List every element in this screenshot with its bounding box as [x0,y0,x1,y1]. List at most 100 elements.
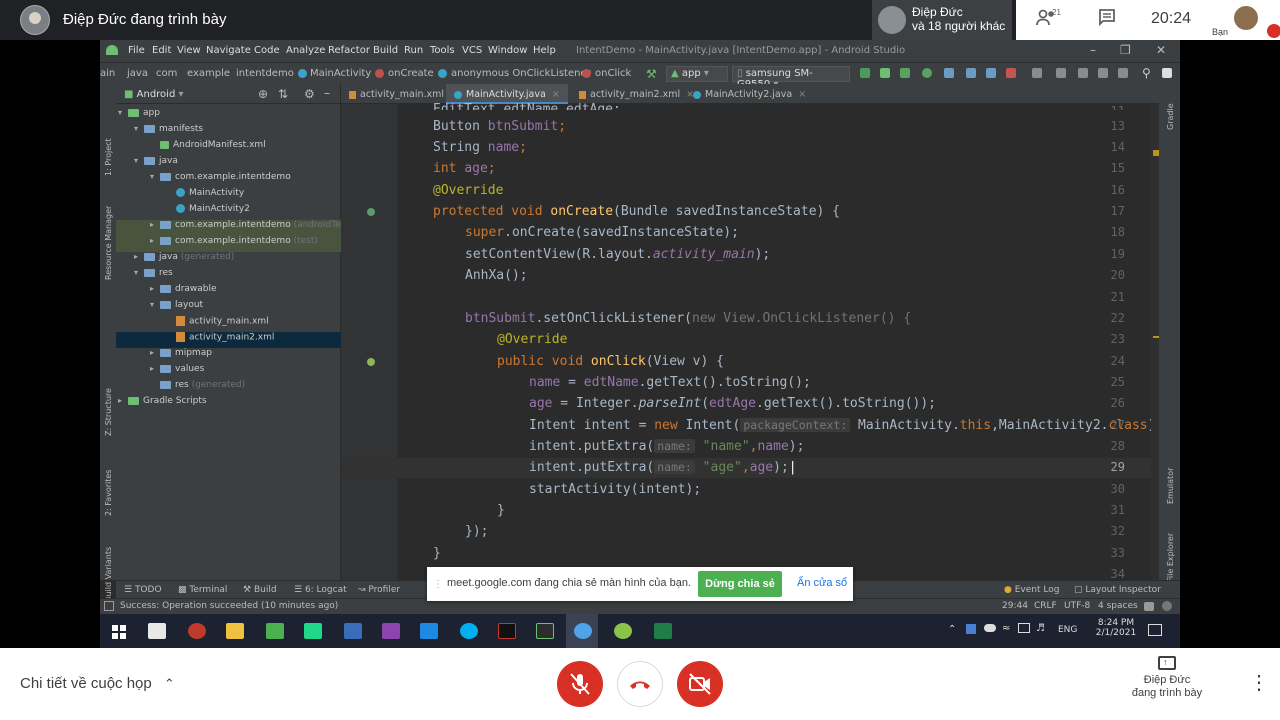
debug-icon[interactable] [922,68,932,78]
participant-tile[interactable]: Điệp Đức và 18 người khác [872,0,1012,40]
app-icon[interactable] [148,623,166,639]
run-config-select[interactable]: ▲ app ▾ [666,66,728,82]
tool-build-variants[interactable]: Build Variants [104,547,113,602]
maximize-icon[interactable]: ❐ [1120,43,1131,57]
menu-vcs[interactable]: VCS [462,45,482,56]
coverage-icon[interactable] [944,68,954,78]
leave-call-button[interactable] [617,661,663,707]
tree-item[interactable]: ▸ java (generated) [134,252,234,268]
tab-main-activity[interactable]: MainActivity.java × [446,84,568,104]
tree-item[interactable]: MainActivity [176,188,244,204]
tree-item[interactable]: ▾ com.example.intentdemo [150,172,291,188]
app-icon[interactable] [188,623,206,639]
notifications-icon[interactable] [1148,624,1162,636]
windows-start-icon[interactable] [112,624,126,639]
attach-debugger-icon[interactable] [986,68,996,78]
menu-run[interactable]: Run [404,45,423,56]
tab-main-activity2[interactable]: MainActivity2.java × [685,84,814,104]
stop-sharing-button[interactable]: Dừng chia sẻ [698,571,782,597]
onedrive-icon[interactable] [984,624,996,632]
tree-item[interactable]: ▸ drawable [150,284,217,300]
app-icon[interactable] [498,623,516,639]
tool-profiler[interactable]: ↝ Profiler [358,585,400,595]
app-icon[interactable] [266,623,284,639]
search-icon[interactable]: ⚲ [1142,66,1151,80]
project-view-select[interactable]: ■ Android ▾ [124,89,184,100]
menu-file[interactable]: File [128,45,145,56]
stop-icon[interactable] [1006,68,1016,78]
locate-icon[interactable]: ⊕ [258,87,268,101]
tool-gradle[interactable]: Gradle [1166,103,1175,130]
tree-item[interactable]: ▸ com.example.intentdemo (androidTest) [116,220,353,236]
hide-window-link[interactable]: Ẩn cửa sổ [797,577,847,589]
microphone-off-button[interactable] [557,661,603,707]
inspector-icon[interactable] [1162,601,1172,611]
nox-icon[interactable] [536,623,554,639]
drag-handle-icon[interactable]: ⋮ [433,579,443,590]
file-encoding[interactable]: UTF-8 [1064,601,1090,611]
close-icon[interactable]: × [798,89,806,100]
apply-changes-icon[interactable] [860,68,870,78]
file-explorer-icon[interactable] [226,623,244,639]
tab-activity-main2[interactable]: activity_main2.xml × [571,84,702,104]
tree-item[interactable]: ▸ Gradle Scripts [118,396,207,412]
language-indicator[interactable]: ENG [1058,625,1077,635]
tool-emulator[interactable]: Emulator [1166,468,1175,504]
meeting-details-button[interactable]: Chi tiết về cuộc họp ⌃ [20,675,175,692]
tree-item[interactable]: ▸ com.example.intentdemo (test) [116,236,341,252]
tool-layout-inspector[interactable]: ▢ Layout Inspector [1074,585,1161,595]
menu-help[interactable]: Help [533,45,556,56]
collapse-icon[interactable]: ⇅ [278,87,288,101]
rerun-icon[interactable] [880,68,890,78]
visual-studio-icon[interactable] [382,623,400,639]
close-icon[interactable]: ✕ [1156,43,1166,57]
layout-icon[interactable] [1056,68,1066,78]
status-toggle-icon[interactable] [104,601,114,611]
presenting-button[interactable]: ↑ Điệp Đức đang trình bày [1120,656,1214,700]
skype-icon[interactable] [460,623,478,639]
menu-code[interactable]: Code [254,45,280,56]
tree-item-selected[interactable]: activity_main2.xml [116,332,341,348]
self-avatar[interactable] [1234,6,1258,30]
tree-item[interactable]: activity_main.xml [176,316,269,332]
wifi-icon[interactable]: ≈ [1002,623,1010,634]
camera-off-button[interactable] [677,661,723,707]
gear-icon[interactable]: ⚙ [304,87,315,101]
code-editor[interactable]: activity_main.xml × MainActivity.java × ac… [341,84,1163,580]
line-separator[interactable]: CRLF [1034,601,1057,611]
avd-manager-icon[interactable] [1078,68,1088,78]
tree-item[interactable]: AndroidManifest.xml [160,140,266,156]
tree-item[interactable]: ▾ java [134,156,178,172]
tool-favorites[interactable]: 2: Favorites [104,470,113,516]
android-studio-icon[interactable] [614,623,632,639]
tree-item[interactable]: ▸ values [150,364,204,380]
tree-item[interactable]: ▾ app [118,108,160,124]
menu-refactor[interactable]: Refactor [328,45,370,56]
device-select[interactable]: ▯ samsung SM-G9550 ▾ [732,66,850,90]
excel-icon[interactable] [654,623,672,639]
tree-item[interactable]: ▾ manifests [134,124,203,140]
clion-icon[interactable] [304,623,322,639]
breadcrumb[interactable]: example [187,68,230,79]
tree-item[interactable]: res (generated) [150,380,245,396]
tree-item[interactable]: ▸ mipmap [150,348,212,364]
menu-view[interactable]: View [177,45,201,56]
breadcrumb[interactable]: onCreate [388,68,434,79]
sdk-manager-icon[interactable] [1098,68,1108,78]
vscode-icon[interactable] [420,623,438,639]
lock-icon[interactable] [1144,602,1154,611]
tray-chevron-icon[interactable]: ⌃ [948,624,956,635]
chat-icon[interactable] [1098,8,1116,31]
run-icon[interactable] [900,68,910,78]
breadcrumb[interactable]: MainActivity [310,68,371,79]
breadcrumb[interactable]: com [156,68,177,79]
tree-item[interactable]: ▾ layout [150,300,203,316]
tool-build[interactable]: ⚒ Build [243,585,277,595]
menu-navigate[interactable]: Navigate [206,45,251,56]
tool-event-log[interactable]: ● Event Log [1004,585,1059,595]
project-structure-icon[interactable] [1118,68,1128,78]
sync-icon[interactable] [1032,68,1042,78]
tray-icon[interactable] [966,624,976,634]
menu-edit[interactable]: Edit [152,45,171,56]
tree-item[interactable]: ▾ res [134,268,173,284]
